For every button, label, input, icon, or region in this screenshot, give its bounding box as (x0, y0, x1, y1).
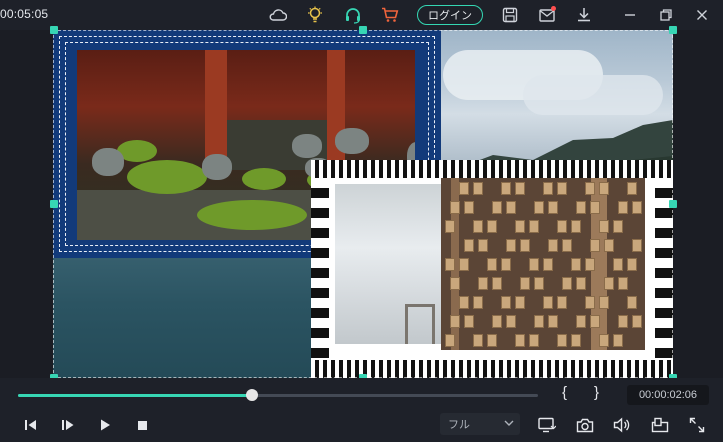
next-frame-button[interactable] (57, 415, 79, 435)
snapshot-button[interactable] (574, 415, 596, 435)
download-icon[interactable] (574, 5, 594, 25)
scrubber-progress (18, 394, 252, 397)
monitor-icon (538, 417, 556, 433)
restore-icon[interactable] (656, 5, 676, 25)
resize-handle[interactable] (50, 26, 58, 34)
prev-frame-button[interactable] (20, 415, 42, 435)
display-settings-button[interactable] (536, 415, 558, 435)
quality-select[interactable]: フル (440, 413, 520, 435)
resize-handle[interactable] (669, 200, 677, 208)
mark-in-button[interactable]: { (562, 384, 567, 401)
pip-button[interactable] (649, 415, 671, 435)
preview-right-margin (673, 30, 723, 378)
stop-button[interactable] (131, 415, 153, 435)
mail-icon[interactable] (537, 5, 557, 25)
quality-value: フル (448, 419, 470, 431)
bulb-icon[interactable] (305, 5, 325, 25)
fullscreen-icon (689, 417, 705, 433)
fullscreen-button[interactable] (686, 415, 708, 435)
save-icon[interactable] (500, 5, 520, 25)
timeline-scrubber[interactable] (18, 389, 538, 401)
current-time-display: 00:00:02:06 (627, 385, 709, 405)
chevron-down-icon (504, 420, 514, 426)
headset-icon[interactable] (343, 5, 363, 25)
notification-dot (551, 6, 556, 11)
login-button[interactable]: ログイン (417, 5, 483, 25)
minimize-icon[interactable] (620, 5, 640, 25)
pip-icon (651, 417, 669, 433)
mark-out-button[interactable]: } (594, 384, 599, 401)
resize-handle[interactable] (50, 200, 58, 208)
resize-handle[interactable] (669, 26, 677, 34)
volume-button[interactable] (611, 415, 633, 435)
scrubber-knob[interactable] (246, 389, 258, 401)
player-controls: { } 00:00:02:06 フル (0, 378, 723, 442)
camera-icon (576, 418, 594, 432)
resize-handle[interactable] (359, 26, 367, 34)
cart-icon[interactable] (380, 5, 400, 25)
play-button[interactable] (94, 415, 116, 435)
timecode-display: 00:05:05 (0, 7, 49, 21)
selection-box (53, 30, 673, 378)
speaker-icon (613, 417, 630, 433)
cloud-icon[interactable] (268, 5, 288, 25)
preview-left-margin (0, 30, 53, 378)
close-icon[interactable] (692, 5, 712, 25)
